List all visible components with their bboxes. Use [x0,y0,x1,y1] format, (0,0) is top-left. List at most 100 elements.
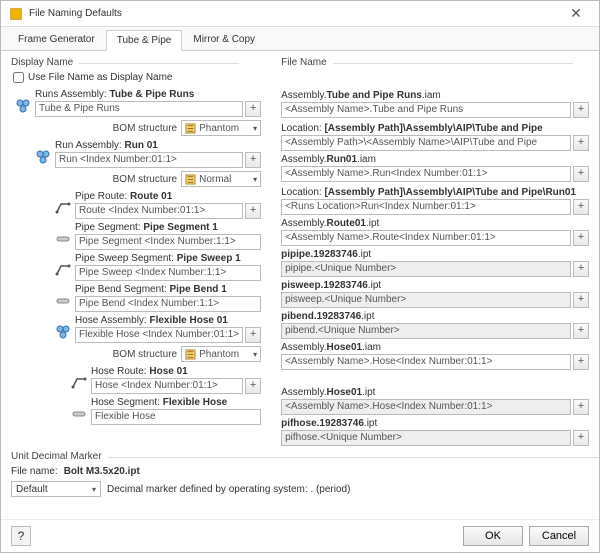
display-name-label: Hose Assembly: Flexible Hose 01 [75,315,261,326]
display-name-input[interactable]: Pipe Sweep <Index Number:1:1> [75,265,261,281]
app-icon [9,7,23,21]
file-name-label: Assembly.Run01.iam [281,154,589,165]
add-token-button[interactable]: + [573,323,589,339]
file-name-input[interactable]: <Assembly Name>.Tube and Pipe Runs [281,102,571,118]
use-filename-checkbox-label: Use File Name as Display Name [28,72,173,83]
filename-example-label: File name: [11,466,58,477]
file-name-heading: File Name [281,57,327,68]
chevron-down-icon: ▾ [253,124,257,133]
display-name-input[interactable]: Route <Index Number:01:1> [75,203,243,219]
add-token-button[interactable]: + [245,152,261,168]
decimal-marker-legend: Unit Decimal Marker [11,451,102,462]
help-button[interactable]: ? [11,526,31,546]
display-name-input[interactable]: Pipe Bend <Index Number:1:1> [75,296,261,312]
bom-structure-value: Phantom [199,349,250,360]
file-name-input: <Assembly Name>.Hose<Index Number:01:1> [281,399,571,415]
tree-node-icon [15,98,31,114]
bom-icon [185,174,196,185]
add-token-button[interactable]: + [245,327,261,343]
tree-node-icon [55,231,71,247]
use-filename-checkbox[interactable]: Use File Name as Display Name [13,72,261,83]
tab-tube-and-pipe[interactable]: Tube & Pipe [106,30,183,51]
close-button[interactable]: ✕ [561,5,591,22]
tree-node-icon [71,406,87,422]
tree-node-icon [35,149,51,165]
file-name-label: pipipe.19283746.ipt [281,249,589,260]
display-name-label: Pipe Sweep Segment: Pipe Sweep 1 [75,253,261,264]
ok-button[interactable]: OK [463,526,523,546]
chevron-down-icon: ▾ [92,485,96,494]
bom-structure-value: Normal [199,174,250,185]
display-name-input[interactable]: Flexible Hose <Index Number:01:1> [75,327,243,343]
tree-node-icon [55,324,71,340]
display-name-label: Runs Assembly: Tube & Pipe Runs [35,89,261,100]
file-name-input: pipipe.<Unique Number> [281,261,571,277]
location-label: Location: [Assembly Path]\Assembly\AIP\T… [281,187,589,198]
display-name-input[interactable]: Tube & Pipe Runs [35,101,243,117]
bom-icon [185,123,196,134]
display-name-label: Pipe Route: Route 01 [75,191,261,202]
display-name-input[interactable]: Pipe Segment <Index Number:1:1> [75,234,261,250]
dialog-footer: ? OK Cancel [1,519,599,552]
display-name-input[interactable]: Hose <Index Number:01:1> [91,378,243,394]
tab-mirror-and-copy[interactable]: Mirror & Copy [182,29,266,50]
add-token-button[interactable]: + [573,399,589,415]
content-area: Display Name Use File Name as Display Na… [1,51,599,519]
file-name-input: pifhose.<Unique Number> [281,430,571,446]
cancel-button[interactable]: Cancel [529,526,589,546]
tab-frame-generator[interactable]: Frame Generator [7,29,106,50]
add-token-button[interactable]: + [573,230,589,246]
window-title: File Naming Defaults [29,8,561,19]
filename-example-value: Bolt M3.5x20.ipt [64,466,140,477]
use-filename-checkbox-input[interactable] [13,72,24,83]
tree-node-icon [55,262,71,278]
file-name-input: pisweep.<Unique Number> [281,292,571,308]
add-token-button[interactable]: + [573,199,589,215]
chevron-down-icon: ▾ [253,350,257,359]
dialog-window: File Naming Defaults ✕ Frame Generator T… [0,0,600,553]
file-name-label: Assembly.Tube and Pipe Runs.iam [281,90,589,101]
tab-strip: Frame Generator Tube & Pipe Mirror & Cop… [1,27,599,51]
file-name-input[interactable]: <Assembly Name>.Route<Index Number:01:1> [281,230,571,246]
file-name-label: Assembly.Route01.ipt [281,218,589,229]
bom-icon [185,349,196,360]
display-name-label: Pipe Bend Segment: Pipe Bend 1 [75,284,261,295]
display-name-input[interactable]: Run <Index Number:01:1> [55,152,243,168]
add-token-button[interactable]: + [573,354,589,370]
display-name-label: Run Assembly: Run 01 [55,140,261,151]
bom-structure-label: BOM structure [113,349,177,360]
chevron-down-icon: ▾ [253,175,257,184]
decimal-marker-desc: Decimal marker defined by operating syst… [107,484,350,495]
display-name-label: Hose Segment: Flexible Hose [91,397,261,408]
add-token-button[interactable]: + [573,292,589,308]
add-token-button[interactable]: + [573,102,589,118]
add-token-button[interactable]: + [573,430,589,446]
bom-structure-select[interactable]: Normal▾ [181,171,261,187]
decimal-marker-select-value: Default [16,484,48,495]
tree-node-icon [55,200,71,216]
bom-structure-label: BOM structure [113,174,177,185]
add-token-button[interactable]: + [573,261,589,277]
tree-node-icon [71,375,87,391]
add-token-button[interactable]: + [573,166,589,182]
titlebar: File Naming Defaults ✕ [1,1,599,27]
add-token-button[interactable]: + [245,203,261,219]
tree-node-icon [55,293,71,309]
bom-structure-select[interactable]: Phantom▾ [181,346,261,362]
file-name-label: pibend.19283746.ipt [281,311,589,322]
add-token-button[interactable]: + [245,378,261,394]
decimal-marker-select[interactable]: Default ▾ [11,481,101,497]
file-name-input[interactable]: <Assembly Name>.Run<Index Number:01:1> [281,166,571,182]
display-name-heading: Display Name [11,57,73,68]
location-label: Location: [Assembly Path]\Assembly\AIP\T… [281,123,589,134]
bom-structure-label: BOM structure [113,123,177,134]
file-name-input[interactable]: <Assembly Name>.Hose<Index Number:01:1> [281,354,571,370]
location-input[interactable]: <Assembly Path>\<Assembly Name>\AIP\Tube… [281,135,571,151]
add-token-button[interactable]: + [573,135,589,151]
location-input[interactable]: <Runs Location>Run<Index Number:01:1> [281,199,571,215]
add-token-button[interactable]: + [245,101,261,117]
display-name-input[interactable]: Flexible Hose [91,409,261,425]
bom-structure-value: Phantom [199,123,250,134]
file-name-label: Assembly.Hose01.ipt [281,387,589,398]
bom-structure-select[interactable]: Phantom▾ [181,120,261,136]
